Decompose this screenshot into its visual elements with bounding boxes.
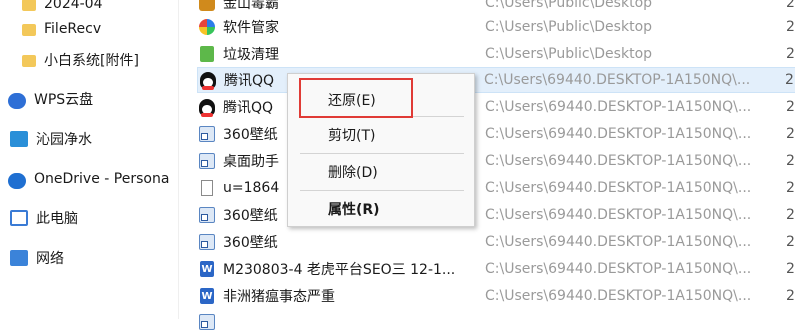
file-original-location: C:\Users\69440.DESKTOP-1A150NQ\... <box>485 261 752 277</box>
file-original-location: C:\Users\69440.DESKTOP-1A150NQ\... <box>484 72 751 88</box>
nav-item-this-pc[interactable]: 此电脑 <box>10 205 78 231</box>
file-date-column: 2 <box>786 0 795 11</box>
file-date-column: 2 <box>786 19 795 35</box>
file-original-location: C:\Users\69440.DESKTOP-1A150NQ\... <box>485 153 752 169</box>
file-date-column: 2 <box>786 99 795 115</box>
file-original-location: C:\Users\69440.DESKTOP-1A150NQ\... <box>485 207 752 223</box>
file-name: 垃圾清理 <box>223 47 279 63</box>
trash-cleaner-icon <box>200 46 214 62</box>
file-date-column: 2 <box>786 234 795 250</box>
nav-item-network[interactable]: 网络 <box>10 245 64 271</box>
nav-item-label: 此电脑 <box>36 211 78 227</box>
text-file-icon <box>201 180 213 196</box>
file-date-column: 2 <box>786 126 795 142</box>
folder-icon <box>22 24 36 36</box>
file-date-column: 2 <box>786 207 795 223</box>
file-original-location: C:\Users\Public\Desktop <box>485 46 653 62</box>
menu-item-properties[interactable]: 属性(R) <box>288 196 474 222</box>
app-manager-icon <box>199 19 215 35</box>
qq-icon <box>199 98 215 117</box>
nav-item-label: 沁园净水 <box>36 132 92 148</box>
menu-separator <box>300 153 464 154</box>
file-date-column: 2 <box>786 261 795 277</box>
file-date-column: 2 <box>786 46 795 62</box>
file-name: 360壁纸 <box>223 235 278 251</box>
file-original-location: C:\Users\Public\Desktop <box>485 0 653 11</box>
qq-icon <box>200 71 216 90</box>
file-date-column: 2 <box>786 288 795 304</box>
nav-item-2024-04[interactable]: 2024-04 <box>22 0 103 17</box>
nav-item-wps-cloud[interactable]: WPS云盘 <box>8 86 93 112</box>
shortcut-icon <box>199 126 215 142</box>
menu-item-delete[interactable]: 删除(D) <box>288 159 474 185</box>
file-date-column: 2 <box>785 72 794 88</box>
computer-icon <box>10 210 28 226</box>
nav-item-filerecv[interactable]: FileRecv <box>22 16 101 42</box>
list-item[interactable]: 垃圾清理 C:\Users\Public\Desktop 2 <box>198 41 795 67</box>
file-date-column: 2 <box>786 153 795 169</box>
shortcut-icon <box>199 0 215 11</box>
shortcut-icon <box>199 234 215 250</box>
nav-item-label: 小白系统[附件] <box>44 53 139 69</box>
file-name: 非洲猪瘟事态严重 <box>223 289 335 305</box>
cloud-icon <box>8 93 26 109</box>
file-original-location: C:\Users\69440.DESKTOP-1A150NQ\... <box>485 180 752 196</box>
file-name: 金山毒霸 <box>223 0 279 12</box>
onedrive-icon <box>8 173 26 189</box>
nav-item-onedrive[interactable]: OneDrive - Persona <box>8 166 169 192</box>
nav-item-label: 2024-04 <box>44 0 103 12</box>
file-original-location: C:\Users\69440.DESKTOP-1A150NQ\... <box>485 99 752 115</box>
shortcut-icon <box>199 207 215 223</box>
word-icon: W <box>200 261 214 277</box>
nav-item-label: 网络 <box>36 251 64 267</box>
nav-item-qinyuan[interactable]: 沁园净水 <box>10 126 92 152</box>
file-name: 软件管家 <box>223 20 279 36</box>
menu-separator <box>300 190 464 191</box>
network-icon <box>10 250 28 266</box>
nav-item-label: OneDrive - Persona <box>34 171 170 187</box>
file-list: 金山毒霸 C:\Users\Public\Desktop 2 软件管家 C:\U… <box>179 0 795 330</box>
list-item[interactable]: W 非洲猪瘟事态严重 C:\Users\69440.DESKTOP-1A150N… <box>198 283 795 309</box>
navigation-pane: 2024-04 FileRecv 小白系统[附件] WPS云盘 沁园净水 One… <box>0 0 178 319</box>
list-item[interactable] <box>198 309 795 335</box>
folder-icon <box>22 55 36 67</box>
list-item[interactable]: 软件管家 C:\Users\Public\Desktop 2 <box>198 14 795 40</box>
shortcut-icon <box>199 153 215 169</box>
nav-item-label: FileRecv <box>44 21 102 37</box>
file-original-location: C:\Users\69440.DESKTOP-1A150NQ\... <box>485 288 752 304</box>
file-original-location: C:\Users\69440.DESKTOP-1A150NQ\... <box>485 234 752 250</box>
file-name: M230803-4 老虎平台SEO三 12-1... <box>223 262 456 278</box>
nav-item-xiaobai[interactable]: 小白系统[附件] <box>22 47 139 73</box>
list-item[interactable]: W M230803-4 老虎平台SEO三 12-1... C:\Users\69… <box>198 256 795 282</box>
sync-icon <box>10 131 28 147</box>
shortcut-icon <box>199 314 215 330</box>
word-icon: W <box>200 288 214 304</box>
list-item[interactable]: 360壁纸 C:\Users\69440.DESKTOP-1A150NQ\...… <box>198 229 795 255</box>
menu-item-cut[interactable]: 剪切(T) <box>288 122 474 148</box>
folder-icon <box>22 0 36 11</box>
nav-item-label: WPS云盘 <box>34 92 94 108</box>
file-original-location: C:\Users\69440.DESKTOP-1A150NQ\... <box>485 126 752 142</box>
file-date-column: 2 <box>786 180 795 196</box>
restore-highlight-box <box>299 78 413 118</box>
file-original-location: C:\Users\Public\Desktop <box>485 19 653 35</box>
